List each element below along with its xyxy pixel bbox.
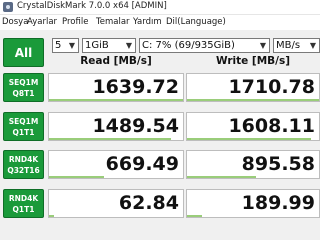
read-result: 669.49 xyxy=(48,150,184,179)
menu-language[interactable]: Dil(Language) xyxy=(166,17,226,27)
chevron-down-icon: ▼ xyxy=(125,41,133,50)
read-result: 1489.54 xyxy=(48,112,184,141)
title-bar: CrystalDiskMark 7.0.0 x64 [ADMIN] xyxy=(0,0,320,15)
write-value: 189.99 xyxy=(241,192,315,214)
test-seq1m-q1t1-button[interactable]: SEQ1M Q1T1 xyxy=(3,112,44,141)
app-icon xyxy=(3,2,13,12)
menu-dosya[interactable]: Dosya xyxy=(2,17,28,27)
menu-yardim[interactable]: Yardım xyxy=(133,17,162,27)
bottom-area xyxy=(0,226,320,240)
drive-value: C: 7% (69/935GiB) xyxy=(142,40,235,51)
test-count-value: 5 xyxy=(55,40,62,51)
unit-select[interactable]: MB/s ▼ xyxy=(273,38,320,53)
menu-ayarlar[interactable]: Ayarlar xyxy=(27,17,57,27)
test-rnd4k-q1t1-button[interactable]: RND4K Q1T1 xyxy=(3,189,44,218)
write-header: Write [MB/s] xyxy=(215,55,291,67)
read-progress-bar xyxy=(49,176,104,178)
write-value: 1710.78 xyxy=(228,76,315,98)
read-value: 1639.72 xyxy=(92,76,179,98)
write-value: 1608.11 xyxy=(228,115,315,137)
test-size-value: 1GiB xyxy=(85,40,109,51)
menu-temalar[interactable]: Temalar xyxy=(96,17,130,27)
drive-select[interactable]: C: 7% (69/935GiB) ▼ xyxy=(139,38,270,53)
write-progress-bar xyxy=(187,215,202,217)
test-count-select[interactable]: 5 ▼ xyxy=(52,38,79,53)
test-seq1m-q8t1-button[interactable]: SEQ1M Q8T1 xyxy=(3,73,44,102)
read-progress-bar xyxy=(49,99,183,101)
menu-profile[interactable]: Profile xyxy=(62,17,88,27)
write-result: 1710.78 xyxy=(186,73,320,102)
write-progress-bar xyxy=(187,176,256,178)
read-value: 62.84 xyxy=(118,192,179,214)
unit-value: MB/s xyxy=(276,40,301,51)
test-rnd4k-q32t16-button[interactable]: RND4K Q32T16 xyxy=(3,150,44,179)
row-label-line2: Q1T1 xyxy=(12,127,35,137)
write-progress-bar xyxy=(187,99,319,101)
read-result: 1639.72 xyxy=(48,73,184,102)
all-button[interactable]: All xyxy=(3,38,44,67)
test-size-select[interactable]: 1GiB ▼ xyxy=(82,38,136,53)
row-label-line1: SEQ1M xyxy=(8,116,39,126)
row-label-line1: RND4K xyxy=(8,193,39,203)
write-result: 189.99 xyxy=(186,189,320,218)
row-label-line2: Q1T1 xyxy=(12,204,35,214)
write-result: 895.58 xyxy=(186,150,320,179)
read-value: 1489.54 xyxy=(92,115,179,137)
write-value: 895.58 xyxy=(241,153,315,175)
read-value: 669.49 xyxy=(105,153,179,175)
menu-bar: Dosya Ayarlar Profile Temalar Yardım Dil… xyxy=(0,15,320,30)
read-header: Read [MB/s] xyxy=(80,55,152,67)
write-progress-bar xyxy=(187,138,312,140)
window-title: CrystalDiskMark 7.0.0 x64 [ADMIN] xyxy=(17,1,167,11)
chevron-down-icon: ▼ xyxy=(259,41,267,50)
row-label-line1: SEQ1M xyxy=(8,77,39,87)
chevron-down-icon: ▼ xyxy=(309,41,317,50)
read-result: 62.84 xyxy=(48,189,184,218)
row-label-line2: Q32T16 xyxy=(7,165,40,175)
read-progress-bar xyxy=(49,138,171,140)
read-progress-bar xyxy=(49,215,55,217)
row-label-line1: RND4K xyxy=(8,154,39,164)
row-label-line2: Q8T1 xyxy=(12,88,35,98)
write-result: 1608.11 xyxy=(186,112,320,141)
chevron-down-icon: ▼ xyxy=(68,41,76,50)
